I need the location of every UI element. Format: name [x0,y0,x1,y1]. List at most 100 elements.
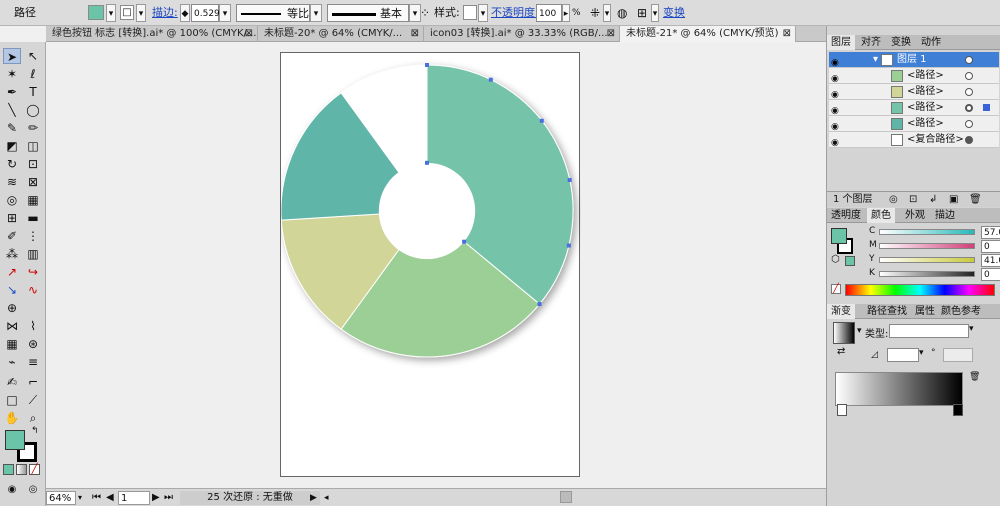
rotate-tool-icon[interactable]: ↻ [3,156,21,172]
recolor-artwork-icon[interactable]: ⁘ [420,4,430,22]
new-sublayer-icon[interactable]: ↲ [929,192,937,208]
layer-item-row[interactable]: ◉ <路径> [829,68,999,84]
perspective-grid-tool-icon[interactable]: ▦ [24,192,42,208]
gradient-swatch[interactable] [833,322,855,344]
column-graph-tool-icon[interactable]: ▥ [24,246,42,262]
symbol-sprayer-tool-icon[interactable]: ⁂ [3,246,21,262]
color-panel-fill-box[interactable] [831,228,847,244]
align-grid-icon[interactable]: ⊞ [637,4,647,22]
tab-actions[interactable]: 动作 [917,35,945,50]
globe-icon[interactable]: ◍ [617,4,627,22]
smooth-path-tool-icon[interactable]: ∿ [24,282,42,298]
anchor-point[interactable] [488,77,493,82]
channel-value-input[interactable]: 41.02 [981,254,1000,267]
zoom-level-input[interactable]: 64% [46,491,76,505]
gradient-slider[interactable] [835,372,963,406]
target-circle-icon[interactable] [965,120,973,128]
tab-stroke[interactable]: 描边 [931,208,959,223]
shape-builder-tool-icon[interactable]: ◎ [3,192,21,208]
gradient-type-dropdown-icon[interactable]: ▾ [969,324,974,334]
draw-normal-icon[interactable]: ◉ [3,482,21,498]
anchor-point[interactable] [567,178,572,183]
lasso-tool-icon[interactable]: ℓ [24,66,42,82]
layer-row-main[interactable]: ◉ ▾ 图层 1 [829,52,999,68]
last-color-swatch[interactable] [845,256,855,266]
target-circle-icon[interactable] [965,136,973,144]
target-circle-icon[interactable] [965,88,973,96]
eraser-tool-icon[interactable]: ◫ [24,138,42,154]
artboard-prev-icon[interactable]: ⏮ [92,491,101,505]
expand-arrow-icon[interactable]: ▾ [873,52,878,68]
artboard-next-icon[interactable]: ▶ [152,491,160,505]
mesh-tool-icon[interactable]: ⊞ [3,210,21,226]
anchor-point[interactable] [539,118,544,123]
gradient-swatch-dropdown-icon[interactable]: ▾ [857,326,862,336]
line-tool-icon[interactable]: ╲ [3,102,21,118]
close-tab-icon[interactable]: ⊠ [245,26,253,42]
tab-pathfinder[interactable]: 路径查找 [863,304,911,319]
artboard-last-icon[interactable]: ⏭ [164,491,173,505]
close-tab-icon[interactable]: ⊠ [607,26,615,42]
locate-object-icon[interactable]: ◎ [889,192,898,208]
list-tool-icon[interactable]: ≡ [24,354,42,370]
tab-color[interactable]: 颜色 [867,208,895,223]
document-tab-active[interactable]: 未标题-21* @ 64% (CMYK/预览) ⊠ [620,26,796,42]
scale-tool-icon[interactable]: ⊡ [24,156,42,172]
visibility-eye-icon[interactable]: ◉ [831,135,839,151]
knife-tool-icon[interactable]: ⟋ [24,392,42,408]
scroll-left-icon[interactable]: ◂ [324,491,329,505]
aspect-input[interactable] [943,348,973,362]
donut-chart[interactable] [281,53,581,478]
gradient-stop-white[interactable] [837,404,847,416]
swap-fill-stroke-icon[interactable]: ↰ [31,426,39,436]
twirl-tool-icon[interactable]: ⊛ [24,336,42,352]
clipping-mask-icon[interactable]: ⊡ [909,192,917,208]
artboard-tool-icon[interactable]: ⋈ [3,318,21,334]
gradient-type-select[interactable] [889,324,969,338]
hand-tool-icon[interactable]: ✋ [3,410,21,426]
channel-track[interactable] [879,229,975,235]
target-circle-icon[interactable] [965,56,973,64]
path-tool-icon[interactable]: ↘ [3,282,21,298]
opacity-arrow-icon[interactable]: ▸ [562,4,570,22]
ellipse-tool-icon[interactable]: ◯ [24,102,42,118]
document-tab[interactable]: 未标题-20* @ 64% (CMYK/... ⊠ [258,26,424,42]
mesh-grid-tool-icon[interactable]: ▦ [3,336,21,352]
anchor-point[interactable] [537,302,542,307]
slice-tool-icon[interactable]: ⌇ [24,318,42,334]
artboard[interactable] [280,52,580,477]
free-transform-tool-icon[interactable]: ⊠ [24,174,42,190]
tab-attributes[interactable]: 属性 [911,304,939,319]
variable-width-profile[interactable]: 等比 [236,4,310,22]
tab-transparency[interactable]: 透明度 [827,208,865,223]
tab-color-guide[interactable]: 颜色参考 [937,304,985,319]
out-of-gamut-icon[interactable]: ⬡ [831,254,840,265]
blob-brush-tool-icon[interactable]: ◩ [3,138,21,154]
anchor-point[interactable] [566,243,571,248]
opacity-panel-link[interactable]: 不透明度: [491,4,539,22]
reverse-gradient-icon[interactable]: ⇄ [837,346,845,357]
profile-dropdown-icon[interactable]: ▾ [310,4,322,22]
angle-input[interactable] [887,348,919,362]
close-tab-icon[interactable]: ⊠ [783,26,791,42]
anchor-point[interactable] [425,160,429,165]
delete-stop-icon[interactable]: 🗑 [969,372,980,382]
color-mode-icon[interactable] [3,464,14,475]
draw-behind-icon[interactable]: ◎ [24,482,42,498]
stroke-weight-input[interactable]: 0.529 [191,4,220,22]
magic-wand-tool-icon[interactable]: ✶ [3,66,21,82]
channel-track[interactable] [879,271,975,277]
trash-icon[interactable]: 🗑 [969,192,982,208]
color-spectrum-bar[interactable] [845,284,995,296]
anchor-point[interactable] [462,239,467,244]
setup-dropdown-icon[interactable]: ▾ [603,4,611,22]
graph-tool-icon[interactable]: ⌁ [3,354,21,370]
opacity-input[interactable]: 100 [536,4,562,22]
convert-anchor-tool-icon[interactable]: ↪ [24,264,42,280]
blend-tool-icon[interactable]: ⋮ [24,228,42,244]
stroke-weight-dropdown-icon[interactable]: ▾ [219,4,231,22]
layer-item-row[interactable]: ◉ <路径> [829,84,999,100]
none-mode-icon[interactable]: ╱ [29,464,40,475]
align-dropdown-icon[interactable]: ▾ [651,4,659,22]
direct-selection-tool-icon[interactable]: ↖ [24,48,42,64]
